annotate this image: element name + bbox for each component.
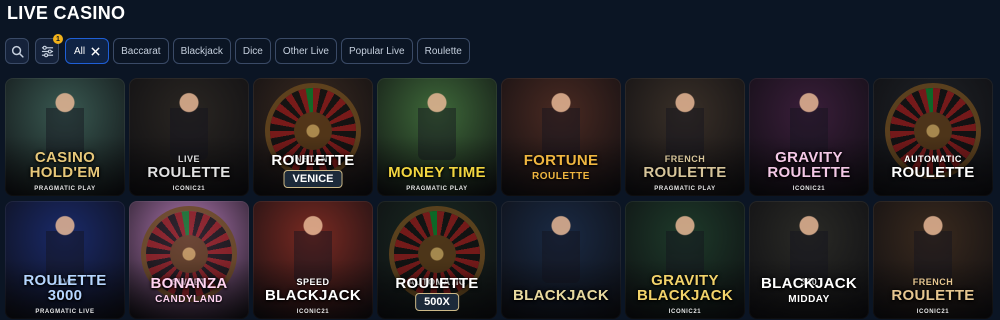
game-tile[interactable]: GRAVITY ROULETTE ICONIC21: [749, 78, 869, 196]
category-chip-dice[interactable]: Dice: [234, 38, 271, 64]
filter-bar: 1 All Baccarat Blackjack Dice Other Live Popu…: [5, 34, 470, 64]
game-prefix: French: [664, 154, 706, 164]
category-chip-label: Roulette: [424, 45, 462, 57]
category-chip-label: Dice: [242, 45, 263, 57]
filter-settings-button[interactable]: 1: [35, 34, 63, 64]
game-tile[interactable]: AUTOMATIC ROULETTE: [873, 78, 993, 196]
category-chip-all[interactable]: All: [65, 38, 110, 64]
game-name: BONANZA: [150, 275, 228, 292]
game-tile[interactable]: LIVE ROULETTE 3000 PRAGMATIC LIVE: [5, 201, 125, 319]
game-grid: Casino Hold'em PRAGMATIC PLAY LIVE ROULETTE…: [5, 78, 995, 320]
game-subtitle: CANDYLAND: [155, 294, 223, 305]
game-name: ROULETTE: [271, 152, 355, 169]
game-name: ROULETTE: [147, 164, 231, 181]
game-tile[interactable]: French ROULETTE PRAGMATIC PLAY: [625, 78, 745, 196]
game-name: MONEY TIME: [388, 164, 486, 181]
game-tile[interactable]: Casino Hold'em PRAGMATIC PLAY: [5, 78, 125, 196]
game-name: ROULETTE 3000: [23, 272, 107, 304]
category-chip-label: Other Live: [282, 45, 329, 57]
game-name: Fortune: [523, 152, 599, 169]
game-tile[interactable]: INSTANT ROULETTE VENICE: [253, 78, 373, 196]
provider-logo: PRAGMATIC PLAY: [654, 186, 716, 192]
category-chip-blackjack[interactable]: Blackjack: [172, 38, 231, 64]
game-tile[interactable]: SPEED BLACKJACK ICONIC21: [253, 201, 373, 319]
game-name: GRAVITY ROULETTE: [767, 149, 851, 181]
game-name: ROULETTE: [891, 287, 975, 304]
game-name: ROULETTE: [643, 164, 727, 181]
game-subtitle: Midday: [788, 294, 830, 305]
game-variant-pill: VENICE: [283, 170, 343, 188]
game-name: BLACKJACK: [264, 287, 362, 304]
provider-logo: ICONIC21: [916, 309, 950, 315]
category-chip-other-live[interactable]: Other Live: [274, 38, 337, 64]
game-tile[interactable]: SWEET BONANZA CANDYLAND: [129, 201, 249, 319]
game-name: BLACKJACK: [512, 287, 610, 304]
game-name: GRAVITY BLACKJACK: [636, 272, 734, 304]
category-chip-popular-live[interactable]: Popular Live: [341, 38, 413, 64]
game-tile[interactable]: AUTOMATIC ROULETTE 500X: [377, 201, 497, 319]
game-tile[interactable]: LIVE ROULETTE ICONIC21: [129, 78, 249, 196]
sliders-icon: [41, 45, 53, 57]
game-tile[interactable]: GRAVITY BLACKJACK ICONIC21: [625, 201, 745, 319]
provider-logo: ICONIC21: [172, 186, 206, 192]
game-prefix: LIVE: [177, 154, 200, 164]
search-button[interactable]: [5, 38, 29, 64]
game-tile[interactable]: 360 BLACKJACK Midday: [749, 201, 869, 319]
game-prefix: AUTOMATIC: [904, 154, 962, 164]
provider-logo: PRAGMATIC LIVE: [35, 309, 95, 315]
game-tile[interactable]: MONEY TIME PRAGMATIC PLAY: [377, 78, 497, 196]
game-name: BLACKJACK: [760, 275, 858, 292]
category-chip-label: Popular Live: [349, 45, 405, 57]
provider-logo: PRAGMATIC PLAY: [34, 186, 96, 192]
game-name: Casino Hold'em: [29, 149, 101, 181]
game-subtitle: ROULETTE: [532, 171, 590, 182]
category-chip-roulette[interactable]: Roulette: [416, 38, 470, 64]
game-tile[interactable]: French ROULETTE ICONIC21: [873, 201, 993, 319]
game-name: ROULETTE: [891, 164, 975, 181]
category-chips: All Baccarat Blackjack Dice Other Live Popula…: [65, 38, 470, 64]
category-chip-baccarat[interactable]: Baccarat: [113, 38, 169, 64]
provider-logo: PRAGMATIC PLAY: [406, 186, 468, 192]
game-prefix: SPEED: [296, 277, 330, 287]
provider-logo: ICONIC21: [792, 186, 826, 192]
category-chip-label: Blackjack: [180, 45, 223, 57]
game-tile[interactable]: BLACKJACK: [501, 201, 621, 319]
game-variant-pill: 500X: [415, 293, 459, 311]
category-chip-label: Baccarat: [121, 45, 161, 57]
page-title: LIVE CASINO: [7, 3, 126, 23]
game-tile[interactable]: FortuneROULETTEPRAGMATIC PLAY: [501, 78, 621, 196]
provider-logo: ICONIC21: [668, 309, 702, 315]
provider-logo: ICONIC21: [296, 309, 330, 315]
close-icon[interactable]: [91, 46, 100, 56]
game-prefix: French: [912, 277, 954, 287]
filter-count-badge: 1: [53, 34, 63, 44]
category-chip-label: All: [74, 45, 86, 57]
game-name: ROULETTE: [395, 275, 479, 292]
search-icon: [11, 45, 24, 58]
